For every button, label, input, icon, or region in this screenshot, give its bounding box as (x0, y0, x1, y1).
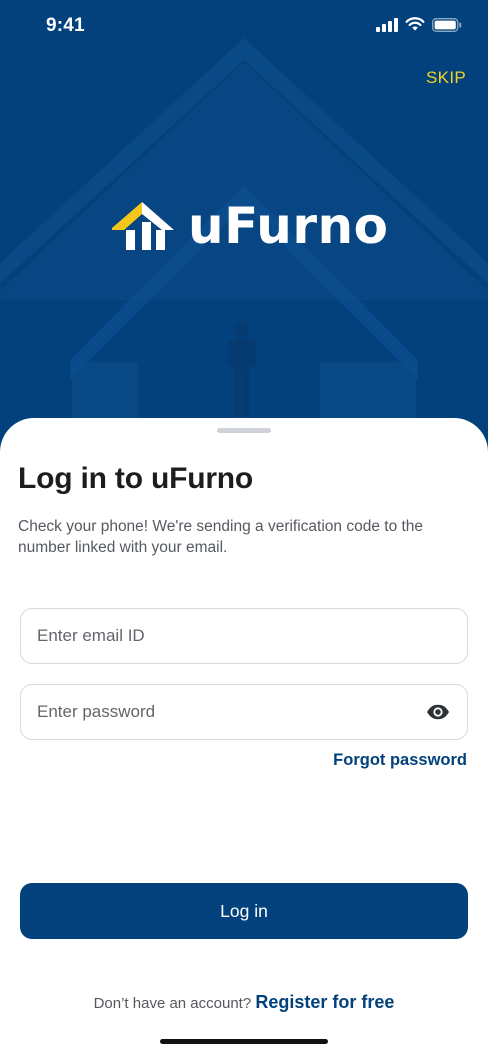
status-icons (376, 17, 462, 32)
app-screen: 9:41 SKIP uFurno Log in to uFurno Check … (0, 0, 488, 1056)
hero-banner: 9:41 SKIP uFurno (0, 0, 488, 460)
skip-button[interactable]: SKIP (426, 68, 466, 88)
battery-icon (432, 17, 462, 32)
login-button[interactable]: Log in (20, 883, 468, 939)
password-field-container (20, 684, 468, 740)
status-bar: 9:41 (0, 0, 488, 54)
forgot-password-link[interactable]: Forgot password (333, 751, 467, 770)
password-input[interactable] (37, 702, 425, 722)
wifi-icon (405, 17, 425, 31)
register-prompt-text: Don’t have an account? (93, 995, 256, 1012)
status-time: 9:41 (46, 15, 85, 36)
sheet-grabber-handle[interactable] (217, 428, 271, 433)
home-indicator[interactable] (160, 1039, 328, 1044)
house-logo-icon (112, 202, 174, 250)
page-title: Log in to uFurno (18, 462, 254, 495)
register-prompt-row: Don’t have an account? Register for free (0, 992, 488, 1013)
register-link[interactable]: Register for free (255, 992, 394, 1012)
page-subtitle: Check your phone! We're sending a verifi… (18, 518, 424, 556)
login-sheet: Log in to uFurno Check your phone! We're… (0, 418, 488, 1056)
brand-logo: uFurno (112, 200, 388, 252)
email-input[interactable] (37, 626, 451, 646)
email-field-container (20, 608, 468, 664)
signal-icon (376, 17, 398, 32)
eye-icon[interactable] (425, 699, 451, 725)
brand-name: uFurno (188, 197, 389, 255)
